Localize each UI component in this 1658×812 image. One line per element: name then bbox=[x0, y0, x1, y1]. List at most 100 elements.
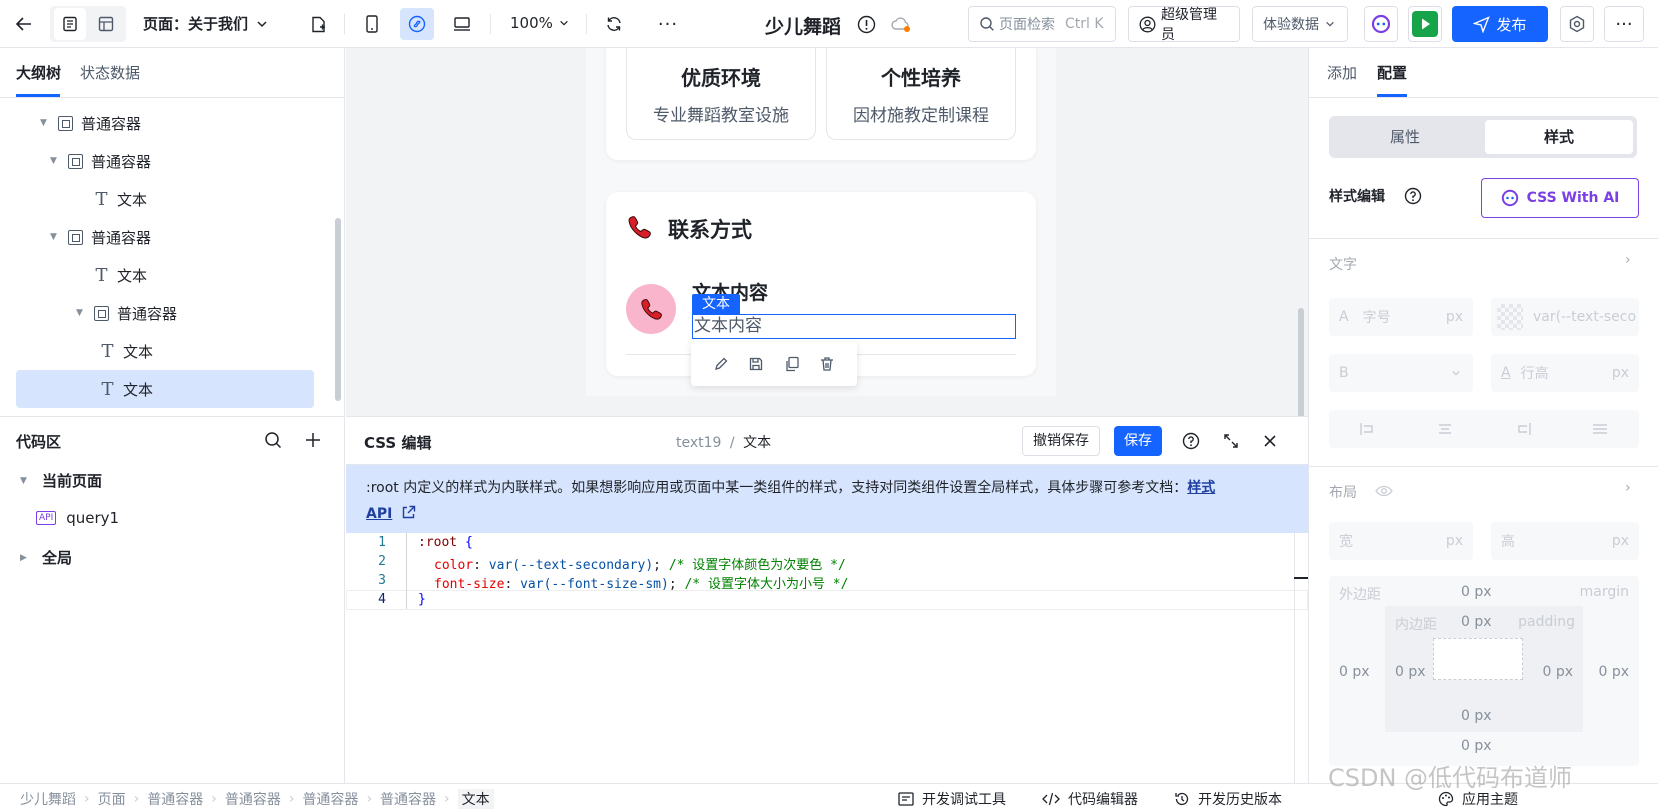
global-node[interactable]: ▶ 全局 bbox=[20, 547, 72, 568]
data-mode-select[interactable]: 体验数据 bbox=[1252, 6, 1348, 42]
docs-link-api[interactable]: API bbox=[366, 506, 392, 522]
add-icon[interactable] bbox=[304, 431, 322, 449]
breadcrumb-item[interactable]: 页面 bbox=[98, 789, 126, 809]
preview-play-icon[interactable] bbox=[1408, 6, 1442, 42]
page-search[interactable]: 页面检索 Ctrl K bbox=[968, 6, 1116, 42]
align-justify-icon[interactable] bbox=[1592, 422, 1608, 436]
align-right-icon[interactable] bbox=[1515, 422, 1531, 436]
revert-save-button[interactable]: 撤销保存 bbox=[1022, 426, 1100, 456]
selected-text-element[interactable]: 文本内容 bbox=[692, 314, 1016, 339]
margin-bottom-value[interactable]: 0 px bbox=[1461, 738, 1492, 754]
copy-icon[interactable] bbox=[784, 356, 800, 372]
align-center-icon[interactable] bbox=[1437, 422, 1453, 436]
padding-top-value[interactable]: 0 px bbox=[1461, 614, 1492, 630]
margin-top-value[interactable]: 0 px bbox=[1461, 584, 1492, 600]
help-icon[interactable] bbox=[1182, 432, 1200, 450]
tree-node-container[interactable]: ▼ 普通容器 bbox=[16, 142, 314, 180]
eye-icon[interactable] bbox=[1375, 484, 1393, 498]
breadcrumb-item[interactable]: 普通容器 bbox=[147, 789, 203, 809]
code-line[interactable]: :root { bbox=[418, 535, 473, 550]
breadcrumb-item[interactable]: 文本 bbox=[457, 789, 494, 809]
breadcrumb-item[interactable]: 少儿舞蹈 bbox=[20, 789, 76, 809]
delete-icon[interactable] bbox=[819, 356, 835, 372]
width-input[interactable]: 宽 px bbox=[1329, 522, 1473, 560]
app-theme-button[interactable]: 应用主题 bbox=[1438, 789, 1518, 809]
tree-node-text[interactable]: T 文本 bbox=[16, 332, 314, 370]
code-editor-button[interactable]: 代码编辑器 bbox=[1042, 789, 1138, 809]
font-color-input[interactable]: var(--text-seco bbox=[1491, 298, 1639, 336]
breadcrumb-item[interactable]: 普通容器 bbox=[302, 789, 358, 809]
dev-tools-button[interactable]: 开发调试工具 bbox=[898, 789, 1006, 809]
tab-config[interactable]: 配置 bbox=[1377, 62, 1407, 83]
tree-node-container[interactable]: ▼ 普通容器 bbox=[16, 104, 314, 142]
feature-item[interactable]: 个性培养 因材施教定制课程 bbox=[826, 48, 1016, 140]
help-icon[interactable] bbox=[1404, 187, 1422, 205]
tab-add[interactable]: 添加 bbox=[1327, 62, 1357, 83]
height-input[interactable]: 高 px bbox=[1491, 522, 1639, 560]
refresh-icon[interactable] bbox=[598, 8, 630, 40]
padding-right-value[interactable]: 0 px bbox=[1542, 664, 1573, 680]
close-icon[interactable] bbox=[1262, 433, 1278, 449]
expand-icon[interactable] bbox=[1222, 432, 1240, 450]
margin-left-value[interactable]: 0 px bbox=[1339, 664, 1370, 680]
tree-scrollbar[interactable] bbox=[335, 218, 341, 401]
search-icon[interactable] bbox=[264, 431, 282, 449]
tree-node-container[interactable]: ▼ 普通容器 bbox=[16, 218, 314, 256]
page-selector[interactable]: 页面：关于我们 bbox=[143, 13, 268, 34]
more-icon[interactable]: ··· bbox=[652, 8, 684, 40]
css-with-ai-button[interactable]: CSS With AI bbox=[1481, 178, 1639, 218]
margin-right-value[interactable]: 0 px bbox=[1598, 664, 1629, 680]
code-line[interactable]: font-size: var(--font-size-sm); /* 设置字体大… bbox=[434, 573, 848, 592]
user-menu[interactable]: 超级管理员 bbox=[1128, 6, 1240, 43]
align-left-icon[interactable] bbox=[1360, 422, 1376, 436]
caret-down-icon[interactable]: ▼ bbox=[76, 308, 86, 318]
canvas-scrollbar[interactable] bbox=[1298, 308, 1304, 416]
font-size-input[interactable]: A 字号 px bbox=[1329, 298, 1473, 336]
save-icon[interactable] bbox=[748, 356, 764, 372]
desktop-device-icon[interactable] bbox=[446, 8, 478, 40]
padding-bottom-value[interactable]: 0 px bbox=[1461, 708, 1492, 724]
tab-outline[interactable]: 大纲树 bbox=[16, 62, 61, 83]
external-link-icon[interactable] bbox=[401, 505, 416, 520]
page-view-icon[interactable] bbox=[54, 8, 86, 40]
breadcrumb-item[interactable]: 普通容器 bbox=[225, 789, 281, 809]
save-button[interactable]: 保存 bbox=[1114, 426, 1162, 456]
segment-style[interactable]: 样式 bbox=[1485, 120, 1633, 154]
code-line[interactable]: } bbox=[418, 592, 426, 607]
layout-view-icon[interactable] bbox=[90, 8, 122, 40]
line-height-input[interactable]: A 行高 px bbox=[1491, 354, 1639, 392]
tree-node-container[interactable]: ▼ 普通容器 bbox=[16, 294, 314, 332]
caret-down-icon[interactable]: ▼ bbox=[50, 156, 60, 166]
design-canvas[interactable]: 优质环境 专业舞蹈教室设施 个性培养 因材施教定制课程 联系方式 文本内容 文本… bbox=[346, 48, 1308, 416]
ai-assistant-icon[interactable] bbox=[1364, 6, 1398, 42]
info-icon[interactable] bbox=[852, 8, 880, 40]
code-line[interactable]: color: var(--text-secondary); /* 设置字体颜色为… bbox=[434, 554, 846, 573]
add-page-icon[interactable] bbox=[302, 8, 334, 40]
tab-state-data[interactable]: 状态数据 bbox=[80, 62, 140, 83]
query-item[interactable]: API query1 bbox=[36, 509, 119, 527]
code-editor[interactable]: 1 :root { 2 color: var(--text-secondary)… bbox=[346, 533, 1308, 784]
feature-item[interactable]: 优质环境 专业舞蹈教室设施 bbox=[626, 48, 816, 140]
docs-link[interactable]: 样式 bbox=[1187, 480, 1215, 496]
zoom-selector[interactable]: 100% bbox=[510, 14, 569, 32]
more-menu-icon[interactable]: ··· bbox=[1604, 6, 1644, 42]
settings-icon[interactable] bbox=[1560, 6, 1594, 42]
tree-node-text[interactable]: T 文本 bbox=[16, 370, 314, 408]
tree-node-text[interactable]: T 文本 bbox=[16, 180, 314, 218]
tree-node-text[interactable]: T 文本 bbox=[16, 256, 314, 294]
caret-down-icon[interactable]: ▼ bbox=[40, 118, 50, 128]
history-button[interactable]: 开发历史版本 bbox=[1174, 789, 1282, 809]
chevron-right-icon[interactable]: › bbox=[1625, 480, 1631, 496]
edit-icon[interactable] bbox=[713, 356, 729, 372]
current-page-node[interactable]: ▼ 当前页面 bbox=[20, 470, 102, 491]
mobile-device-icon[interactable] bbox=[356, 8, 388, 40]
cloud-sync-icon[interactable] bbox=[886, 8, 916, 40]
breadcrumb-item[interactable]: 普通容器 bbox=[380, 789, 436, 809]
caret-down-icon[interactable]: ▼ bbox=[50, 232, 60, 242]
segment-properties[interactable]: 属性 bbox=[1329, 116, 1481, 158]
chevron-right-icon[interactable]: › bbox=[1625, 252, 1631, 268]
publish-button[interactable]: 发布 bbox=[1452, 6, 1548, 42]
padding-left-value[interactable]: 0 px bbox=[1395, 664, 1426, 680]
font-weight-select[interactable]: B bbox=[1329, 354, 1473, 392]
mini-program-icon[interactable] bbox=[400, 8, 434, 40]
